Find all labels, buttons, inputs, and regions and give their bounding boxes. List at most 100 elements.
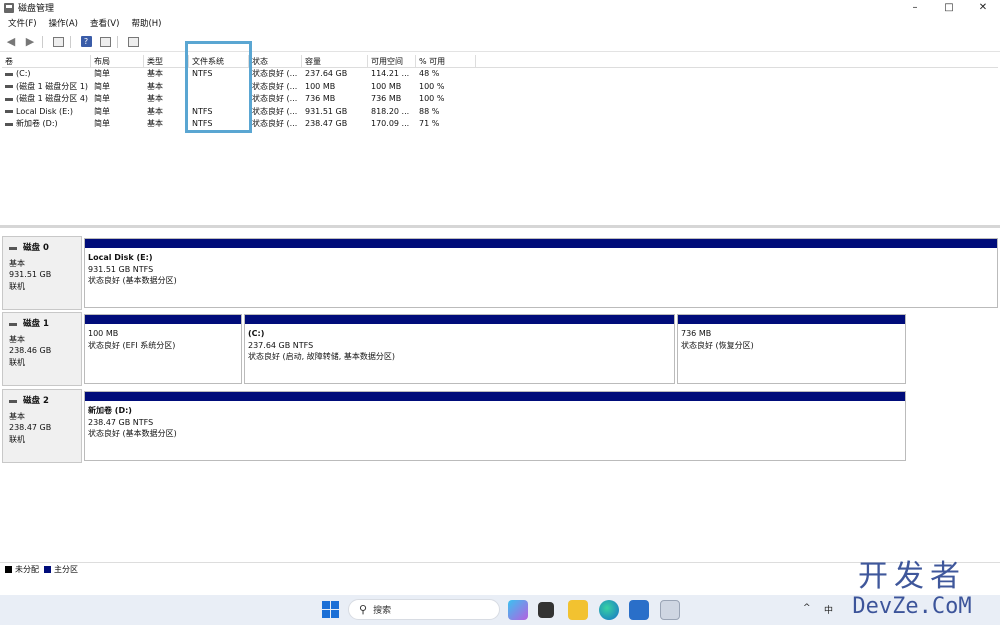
- cell-free-space: 114.21 ...: [371, 69, 410, 78]
- partition-size: 100 MB: [88, 329, 119, 338]
- cell-layout: 简单: [94, 81, 110, 91]
- volume-icon: [5, 85, 13, 89]
- table-row[interactable]: (磁盘 1 磁盘分区 4) 简单 基本 状态良好 (... 736 MB 736…: [2, 93, 998, 106]
- start-button[interactable]: [322, 601, 339, 618]
- disk-icon: [9, 323, 17, 327]
- disk-1-info[interactable]: 磁盘 1 基本 238.46 GB 联机: [2, 312, 82, 386]
- disk-2-info[interactable]: 磁盘 2 基本 238.47 GB 联机: [2, 389, 82, 463]
- column-status[interactable]: 状态: [249, 55, 302, 67]
- store-icon[interactable]: [629, 600, 649, 620]
- partition-local-disk-e[interactable]: Local Disk (E:) 931.51 GB NTFS 状态良好 (基本数…: [84, 238, 998, 308]
- table-row[interactable]: (磁盘 1 磁盘分区 1) 简单 基本 状态良好 (... 100 MB 100…: [2, 81, 998, 94]
- watermark-line2: DevZe.CoM: [852, 594, 972, 619]
- disk-2: 磁盘 2 基本 238.47 GB 联机 新加卷 (D:) 238.47 GB …: [2, 389, 908, 463]
- console-tree-icon[interactable]: [50, 35, 66, 49]
- volume-icon: [5, 110, 13, 114]
- cell-volume: Local Disk (E:): [16, 106, 73, 116]
- menu-view[interactable]: 查看(V): [90, 17, 119, 29]
- menu-file[interactable]: 文件(F): [8, 17, 37, 29]
- cell-layout: 简单: [94, 94, 110, 103]
- forward-icon[interactable]: ▶: [22, 35, 38, 49]
- volume-list-header: 卷 布局 类型 文件系统 状态 容量 可用空间 % 可用: [2, 55, 998, 68]
- cell-percent-free: 71 %: [419, 119, 440, 128]
- table-row[interactable]: Local Disk (E:) 简单 基本 NTFS 状态良好 (... 931…: [2, 106, 998, 119]
- cell-status: 状态良好 (...: [252, 94, 298, 103]
- partition-recovery[interactable]: 736 MB 状态良好 (恢复分区): [677, 314, 906, 384]
- cell-volume: (磁盘 1 磁盘分区 4): [16, 94, 89, 103]
- column-capacity[interactable]: 容量: [302, 55, 368, 67]
- title-bar: 磁盘管理 – □ ✕: [0, 0, 1000, 15]
- toolbar-separator: [42, 35, 43, 48]
- volume-icon: [5, 72, 13, 76]
- minimize-button[interactable]: –: [898, 0, 932, 15]
- cell-percent-free: 100 %: [419, 81, 445, 91]
- cell-type: 基本: [147, 119, 163, 128]
- toolbar-separator: [117, 35, 118, 48]
- disk-1: 磁盘 1 基本 238.46 GB 联机 100 MB 状态良好 (EFI 系统…: [2, 312, 908, 386]
- cell-free-space: 170.09 ...: [371, 119, 410, 128]
- partition-status: 状态良好 (启动, 故障转储, 基本数据分区): [248, 352, 395, 361]
- cell-layout: 简单: [94, 119, 110, 128]
- windows-logo-icon: [322, 601, 330, 609]
- cell-layout: 简单: [94, 69, 110, 78]
- column-layout[interactable]: 布局: [91, 55, 144, 67]
- menu-action[interactable]: 操作(A): [49, 17, 78, 29]
- unallocated-swatch: [5, 566, 12, 573]
- column-volume[interactable]: 卷: [2, 55, 91, 67]
- primary-swatch: [44, 566, 51, 573]
- partition-c[interactable]: (C:) 237.64 GB NTFS 状态良好 (启动, 故障转储, 基本数据…: [244, 314, 675, 384]
- partition-title: Local Disk (E:): [88, 253, 153, 262]
- primary-partition-bar: [245, 315, 674, 324]
- disk-status: 联机: [9, 281, 25, 291]
- column-percent-free[interactable]: % 可用: [416, 55, 476, 67]
- tray-chevron-icon[interactable]: ^: [803, 603, 811, 613]
- cell-type: 基本: [147, 69, 163, 78]
- column-free-space[interactable]: 可用空间: [368, 55, 416, 67]
- disk-graphical-view: 磁盘 0 基本 931.51 GB 联机 Local Disk (E:) 931…: [0, 230, 1000, 560]
- volume-icon: [5, 97, 13, 101]
- column-type[interactable]: 类型: [144, 55, 189, 67]
- cell-percent-free: 88 %: [419, 106, 440, 116]
- pane-splitter[interactable]: [0, 225, 1000, 228]
- disk-type: 基本: [9, 258, 25, 268]
- task-view-icon[interactable]: [538, 602, 554, 618]
- disk-icon: [9, 247, 17, 251]
- disk-management-icon: [4, 2, 14, 13]
- partition-status: 状态良好 (恢复分区): [681, 340, 754, 350]
- filesystem-column-highlight: [185, 41, 252, 133]
- cell-free-space: 736 MB: [371, 94, 402, 103]
- partition-size: 931.51 GB NTFS: [88, 264, 154, 274]
- disk-icon: [9, 400, 17, 404]
- file-explorer-icon[interactable]: [568, 600, 588, 620]
- back-icon[interactable]: ◀: [3, 35, 19, 49]
- partition-title: 新加卷 (D:): [88, 406, 132, 415]
- close-button[interactable]: ✕: [966, 0, 1000, 15]
- disk-name: 磁盘 0: [23, 243, 49, 253]
- properties-icon[interactable]: [97, 35, 113, 49]
- watermark: 开发者 DevZe.CoM: [832, 560, 992, 625]
- partition-status: 状态良好 (EFI 系统分区): [88, 340, 176, 350]
- action-pane-icon[interactable]: [125, 35, 141, 49]
- partition-efi[interactable]: 100 MB 状态良好 (EFI 系统分区): [84, 314, 242, 384]
- toolbar-separator: [70, 35, 71, 48]
- partition-size: 238.47 GB NTFS: [88, 417, 154, 427]
- edge-icon[interactable]: [599, 600, 619, 620]
- cell-volume: 新加卷 (D:): [16, 119, 58, 128]
- table-row[interactable]: 新加卷 (D:) 简单 基本 NTFS 状态良好 (... 238.47 GB …: [2, 118, 998, 131]
- disk-name: 磁盘 2: [23, 396, 49, 406]
- taskbar-search[interactable]: ⚲ 搜索: [348, 599, 500, 620]
- disk-size: 238.46 GB: [9, 346, 52, 355]
- maximize-button[interactable]: □: [932, 0, 966, 15]
- partition-size: 736 MB: [681, 329, 712, 338]
- cell-free-space: 818.20 ...: [371, 106, 410, 116]
- disk-management-taskbar-icon[interactable]: [660, 600, 680, 620]
- table-row[interactable]: (C:) 简单 基本 NTFS 状态良好 (... 237.64 GB 114.…: [2, 68, 998, 81]
- partition-d[interactable]: 新加卷 (D:) 238.47 GB NTFS 状态良好 (基本数据分区): [84, 391, 906, 461]
- disk-0-info[interactable]: 磁盘 0 基本 931.51 GB 联机: [2, 236, 82, 310]
- cell-percent-free: 48 %: [419, 69, 440, 78]
- menu-help[interactable]: 帮助(H): [131, 17, 161, 29]
- copilot-icon[interactable]: [508, 600, 528, 620]
- cell-capacity: 736 MB: [305, 94, 336, 103]
- cell-status: 状态良好 (...: [252, 106, 298, 116]
- help-icon[interactable]: ?: [78, 35, 94, 49]
